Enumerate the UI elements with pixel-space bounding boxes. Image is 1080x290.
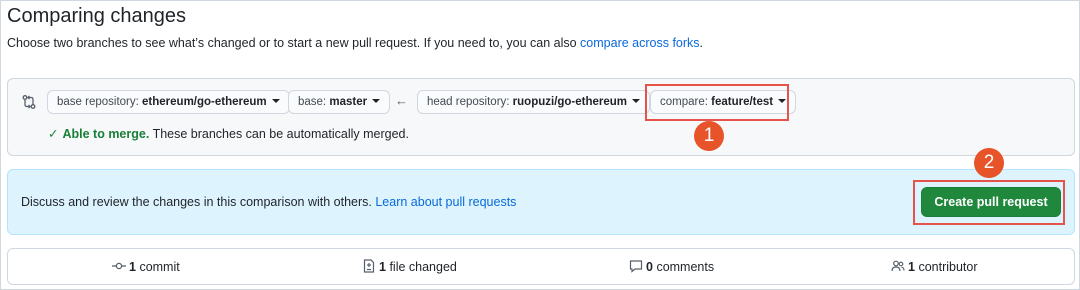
files-label: file changed <box>389 260 457 274</box>
comments-label: comments <box>656 260 715 274</box>
comparison-stats: 1 commit 1 file changed 0 comments 1 con… <box>7 248 1075 285</box>
merge-status: ✓ Able to merge. These branches can be au… <box>48 126 409 141</box>
git-compare-icon <box>22 95 36 109</box>
comment-icon <box>629 260 643 273</box>
highlight-box-create <box>913 180 1065 225</box>
head-repository-select[interactable]: head repository: ruopuzi/go-ethereum <box>417 90 651 114</box>
learn-about-pull-requests-link[interactable]: Learn about pull requests <box>375 195 516 209</box>
base-branch-label: base: <box>298 96 327 108</box>
commits-count: 1 <box>129 260 136 274</box>
git-commit-icon <box>112 262 126 270</box>
page-subtitle: Choose two branches to see what’s change… <box>7 36 703 50</box>
chevron-down-icon <box>372 98 381 103</box>
commits-label: commit <box>139 260 180 274</box>
file-diff-icon <box>363 259 375 273</box>
base-branch-value: master <box>329 96 368 108</box>
chevron-down-icon <box>632 98 641 103</box>
base-branch-select[interactable]: base: master <box>288 90 391 114</box>
flash-message: Discuss and review the changes in this c… <box>21 195 372 209</box>
step-badge-1: 1 <box>694 121 724 151</box>
check-icon: ✓ <box>48 127 59 141</box>
comments-stat[interactable]: 0 comments <box>629 259 714 274</box>
highlight-box-compare <box>645 84 789 121</box>
head-repository-label: head repository: <box>427 96 510 108</box>
subtitle-text: Choose two branches to see what’s change… <box>7 36 577 50</box>
commits-stat[interactable]: 1 commit <box>112 259 180 274</box>
arrow-left-icon: ← <box>395 93 408 108</box>
range-editor: base repository: ethereum/go-ethereum ba… <box>7 78 1075 156</box>
merge-status-strong: Able to merge. <box>62 127 150 141</box>
step-badge-2: 2 <box>974 148 1004 178</box>
contributors-stat[interactable]: 1 contributor <box>891 259 978 274</box>
merge-status-text: These branches can be automatically merg… <box>152 127 409 141</box>
base-repository-select[interactable]: base repository: ethereum/go-ethereum <box>47 90 290 114</box>
files-count: 1 <box>379 260 386 274</box>
flash-text: Discuss and review the changes in this c… <box>21 195 516 209</box>
chevron-down-icon <box>271 98 280 103</box>
subtitle-end: . <box>699 36 704 50</box>
page-title: Comparing changes <box>7 5 186 27</box>
people-icon <box>891 260 905 272</box>
base-repository-label: base repository: <box>57 96 139 108</box>
files-changed-stat[interactable]: 1 file changed <box>362 259 457 274</box>
head-repository-value: ruopuzi/go-ethereum <box>512 96 628 108</box>
contributors-label: contributor <box>918 260 978 274</box>
contributors-count: 1 <box>908 260 915 274</box>
base-repository-value: ethereum/go-ethereum <box>142 96 267 108</box>
comments-count: 0 <box>646 260 653 274</box>
compare-across-forks-link[interactable]: compare across forks <box>580 36 699 50</box>
